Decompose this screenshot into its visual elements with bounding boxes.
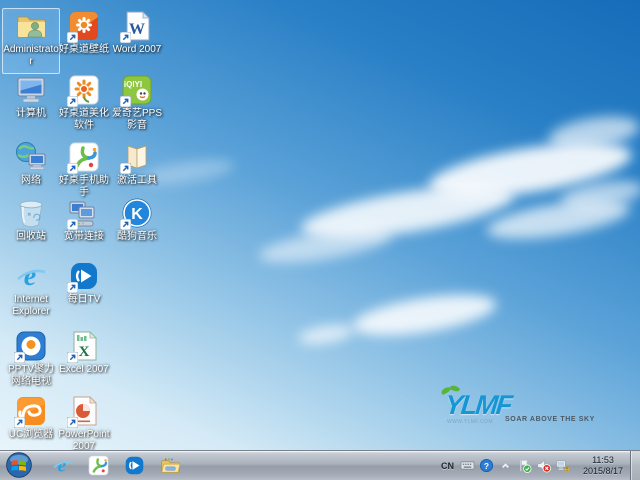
taskbar-buttons: e <box>44 451 188 480</box>
desktop-icon-kugou-music[interactable]: K 酷狗音乐 <box>108 195 166 261</box>
tv-play-icon <box>67 259 101 293</box>
shortcut-arrow-icon <box>14 417 25 428</box>
desktop-icon-label: 好桌道壁纸 <box>59 44 109 55</box>
ylmf-tagline: SOAR ABOVE THE SKY <box>505 416 595 423</box>
pptv-icon <box>14 329 48 363</box>
taskbar-button-ie[interactable]: e <box>44 452 80 479</box>
keyboard-icon[interactable] <box>460 458 475 473</box>
cloud <box>350 286 499 344</box>
activation-icon <box>120 140 154 174</box>
word-icon: W <box>120 9 154 43</box>
computer-icon <box>14 73 48 107</box>
desktop-icon-broadband-connection[interactable]: 宽带连接 <box>55 195 113 261</box>
powerpoint-icon <box>67 394 101 428</box>
uc-icon <box>14 394 48 428</box>
desktop-icon-label: 每日TV <box>67 294 101 305</box>
svg-text:e: e <box>57 456 65 477</box>
desktop-icon-label: Word 2007 <box>112 44 162 55</box>
svg-text:X: X <box>79 344 90 360</box>
svg-text:e: e <box>24 261 36 292</box>
phone-assistant-icon <box>67 140 101 174</box>
tray-icons: ? <box>458 458 572 473</box>
desktop-icon-haozhuodao-beautify[interactable]: 好桌道美化软件 <box>55 72 113 138</box>
shortcut-arrow-icon <box>120 96 131 107</box>
broadband-icon <box>67 196 101 230</box>
kugou-icon: K <box>120 196 154 230</box>
desktop-icon-label: PPTV聚力 网络电视 <box>7 364 55 387</box>
taskbar-button-daily-tv[interactable] <box>116 452 152 479</box>
recycle-bin-icon <box>14 196 48 230</box>
shortcut-arrow-icon <box>67 417 78 428</box>
phone-assistant-icon <box>87 454 110 477</box>
desktop-icon-label: 爱奇艺PPS影音 <box>111 108 162 131</box>
desktop-icon-recycle-bin[interactable]: 回收站 <box>2 195 60 261</box>
desktop-icon-label: Excel 2007 <box>59 364 109 375</box>
desktop-icon-label: 激活工具 <box>117 175 157 186</box>
desktop-icon-label: 宽带连接 <box>64 231 104 242</box>
iqiyi-icon: iQIYI <box>120 73 154 107</box>
hidden-arrow-icon[interactable] <box>498 458 513 473</box>
desktop-icon-label: Internet Explorer <box>12 294 50 317</box>
desktop-icon-excel-2007[interactable]: X Excel 2007 <box>55 328 113 394</box>
ie-icon: e <box>51 454 74 477</box>
tv-play-icon <box>123 454 146 477</box>
ylmf-brand: YLMF <box>443 390 513 420</box>
desktop-icon-internet-explorer[interactable]: e Internet Explorer <box>2 258 60 324</box>
shortcut-arrow-icon <box>67 219 78 230</box>
network-icon <box>14 140 48 174</box>
wallpaper-icon <box>67 9 101 43</box>
desktop: YLMF WWW.YLMF.COM SOAR ABOVE THE SKY Adm… <box>0 0 640 480</box>
desktop-icon-computer[interactable]: 计算机 <box>2 72 60 138</box>
language-indicator[interactable]: CN <box>441 461 454 471</box>
explorer-icon <box>159 454 182 477</box>
desktop-icon-label: UC浏览器 <box>8 429 54 440</box>
show-desktop-button[interactable] <box>630 451 640 480</box>
shortcut-arrow-icon <box>120 219 131 230</box>
user-folder-icon <box>14 9 48 43</box>
desktop-icon-label: 好桌道美化软件 <box>59 108 109 131</box>
svg-text:W: W <box>129 21 145 38</box>
desktop-icon-word-2007[interactable]: W Word 2007 <box>108 8 166 74</box>
system-tray: CN ? 11:53 2015/8/17 <box>441 451 629 480</box>
desktop-icon-label: 回收站 <box>16 231 46 242</box>
svg-text:?: ? <box>484 461 489 471</box>
desktop-icon-iqiyi-pps[interactable]: iQIYI 爱奇艺PPS影音 <box>108 72 166 138</box>
shortcut-arrow-icon <box>120 163 131 174</box>
shortcut-arrow-icon <box>67 282 78 293</box>
network-warning-icon[interactable] <box>555 458 570 473</box>
cloud <box>297 321 355 348</box>
desktop-icon-label: Administrator <box>3 44 59 67</box>
desktop-icon-administrator[interactable]: Administrator <box>2 8 60 74</box>
volume-muted-icon[interactable] <box>536 458 551 473</box>
desktop-icon-daily-tv[interactable]: 每日TV <box>55 258 113 324</box>
ylmf-watermark: YLMF WWW.YLMF.COM SOAR ABOVE THE SKY <box>433 384 594 430</box>
clock-time: 11:53 <box>592 454 614 465</box>
help-icon[interactable]: ? <box>479 458 494 473</box>
desktop-icon-label: 酷狗音乐 <box>117 231 157 242</box>
taskbar-button-haozhuo-phone-assistant[interactable] <box>80 452 116 479</box>
shortcut-arrow-icon <box>14 352 25 363</box>
ie-icon: e <box>14 259 48 293</box>
beautify-icon <box>67 73 101 107</box>
taskbar: e CN ? 11:53 2015/8/17 <box>0 450 640 480</box>
clock[interactable]: 11:53 2015/8/17 <box>577 455 629 477</box>
shortcut-arrow-icon <box>67 32 78 43</box>
shortcut-arrow-icon <box>67 96 78 107</box>
excel-icon: X <box>67 329 101 363</box>
desktop-icon-haozhuodao-wallpaper[interactable]: 好桌道壁纸 <box>55 8 113 74</box>
taskbar-button-windows-explorer[interactable] <box>152 452 188 479</box>
action-center-icon[interactable] <box>517 458 532 473</box>
shortcut-arrow-icon <box>67 352 78 363</box>
desktop-icon-label: 网络 <box>21 175 41 186</box>
ylmf-site: WWW.YLMF.COM <box>447 419 493 425</box>
shortcut-arrow-icon <box>67 163 78 174</box>
svg-text:iQIYI: iQIYI <box>124 80 142 89</box>
desktop-icon-pptv[interactable]: PPTV聚力 网络电视 <box>2 328 60 394</box>
start-button[interactable] <box>6 452 32 478</box>
desktop-icon-label: 计算机 <box>16 108 46 119</box>
svg-text:K: K <box>131 206 143 223</box>
clock-date: 2015/8/17 <box>582 465 624 476</box>
shortcut-arrow-icon <box>120 32 131 43</box>
